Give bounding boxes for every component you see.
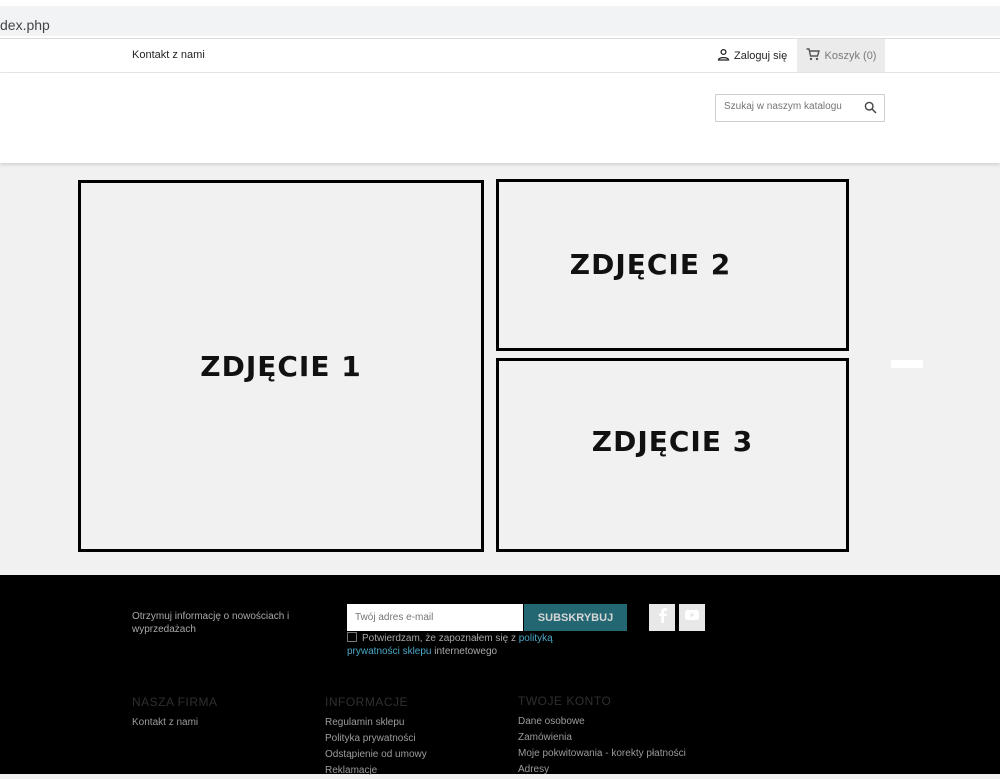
consent-row: Potwierdzam, że zapoznałem się z polityk… [347, 632, 577, 658]
youtube-icon [684, 608, 700, 627]
photo-tile-label: ZDJĘCIE 3 [591, 424, 754, 458]
photo-tile-1[interactable]: ZDJĘCIE 1 [78, 180, 484, 552]
newsletter-text: Otrzymuj informację o nowościach i wyprz… [132, 611, 290, 635]
footer-link-complaints[interactable]: Reklamacje [325, 763, 427, 779]
search-input[interactable] [722, 100, 861, 113]
footer-link-addresses[interactable]: Adresy [518, 762, 686, 778]
footer-column-company: NASZA FIRMA Kontakt z nami [132, 695, 218, 731]
footer-column-title: INFORMACJE [325, 695, 408, 709]
facebook-icon [655, 607, 669, 628]
slider-control[interactable] [891, 360, 923, 368]
address-field[interactable]: dex.php [0, 6, 1000, 36]
footer-link-withdrawal[interactable]: Odstąpienie od umowy [325, 747, 427, 763]
cart-button[interactable]: Koszyk (0) [797, 39, 885, 72]
footer-link-credit-slips[interactable]: Moje pokwitowania - korekty płatności [518, 746, 686, 762]
footer-link-orders[interactable]: Zamówienia [518, 730, 686, 746]
footer-column-info: INFORMACJE Regulamin sklepu Polityka pry… [325, 695, 427, 779]
consent-text-before: Potwierdzam, że zapoznałem się z [362, 633, 519, 644]
youtube-button[interactable] [679, 604, 705, 631]
site-header [0, 73, 1000, 163]
consent-text-after: internetowego [431, 646, 498, 657]
newsletter-email-input[interactable] [347, 604, 523, 631]
search-icon[interactable] [864, 101, 877, 119]
site-footer: Otrzymuj informację o nowościach i wyprz… [0, 575, 1000, 776]
photo-tile-2[interactable]: ZDJĘCIE 2 [496, 179, 849, 351]
footer-column-title: NASZA FIRMA [132, 695, 218, 709]
footer-column-account: TWOJE KONTO Dane osobowe Zamówienia Moje… [518, 694, 686, 778]
browser-address-bar: dex.php [0, 0, 1000, 39]
photo-tile-3[interactable]: ZDJĘCIE 3 [496, 358, 849, 552]
footer-column-title: TWOJE KONTO [518, 694, 612, 708]
photo-tile-label: ZDJĘCIE 1 [200, 349, 362, 383]
contact-link[interactable]: Kontakt z nami [132, 49, 205, 61]
footer-link-terms[interactable]: Regulamin sklepu [325, 715, 427, 731]
consent-checkbox[interactable] [347, 632, 357, 642]
photo-tile-label: ZDJĘCIE 2 [569, 247, 732, 281]
cart-label: Koszyk (0) [824, 49, 877, 62]
login-link[interactable]: Zaloguj się [717, 48, 787, 64]
footer-link-personal-data[interactable]: Dane osobowe [518, 714, 686, 730]
top-navigation: Kontakt z nami Zaloguj się Koszyk (0) [0, 39, 1000, 73]
url-text[interactable]: dex.php [0, 17, 50, 33]
user-icon [717, 48, 730, 64]
login-label: Zaloguj się [734, 50, 788, 62]
subscribe-button[interactable]: SUBSKRYBUJ [524, 604, 627, 631]
footer-link-privacy[interactable]: Polityka prywatności [325, 731, 427, 747]
search-box [715, 94, 885, 122]
footer-link-contact[interactable]: Kontakt z nami [132, 715, 218, 731]
cart-icon [806, 47, 820, 64]
facebook-button[interactable] [649, 604, 675, 631]
